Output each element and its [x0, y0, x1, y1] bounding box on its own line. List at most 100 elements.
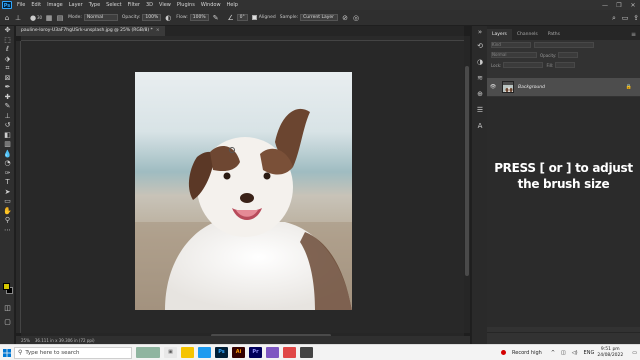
dodge-tool-icon[interactable]: ◔: [0, 159, 15, 169]
crop-tool-icon[interactable]: ⌗: [0, 64, 15, 74]
more-tools-icon[interactable]: ⋯: [0, 226, 15, 236]
clone-source-panel-icon[interactable]: ⊕: [472, 86, 488, 102]
lock-icons[interactable]: [503, 62, 544, 68]
panel-menu-icon[interactable]: ≡: [631, 29, 640, 40]
tray-chevron-icon[interactable]: ^: [551, 350, 555, 356]
mode-select[interactable]: Normal: [83, 14, 118, 21]
character-panel-icon[interactable]: A: [472, 118, 488, 134]
menu-type[interactable]: Type: [86, 2, 103, 8]
pressure-opacity-icon[interactable]: ◐: [164, 14, 172, 22]
aligned-checkbox[interactable]: [251, 15, 257, 20]
menu-layer[interactable]: Layer: [66, 2, 86, 8]
marquee-tool-icon[interactable]: ⬚: [0, 36, 15, 46]
canvas-area[interactable]: [21, 41, 464, 333]
blend-mode-select[interactable]: Normal: [491, 52, 537, 58]
close-document-icon[interactable]: ×: [156, 28, 160, 33]
home-icon[interactable]: ⌂: [3, 14, 11, 22]
fill-input[interactable]: [555, 62, 576, 68]
premiere-taskbar-icon[interactable]: Pr: [249, 347, 262, 358]
clone-source-icon[interactable]: ▤: [56, 14, 64, 22]
file-explorer-icon[interactable]: [181, 347, 194, 358]
taskbar-weather-widget-icon[interactable]: [136, 347, 160, 358]
search-icon[interactable]: ⌕: [610, 14, 618, 22]
path-selection-tool-icon[interactable]: ➤: [0, 188, 15, 198]
type-tool-icon[interactable]: T: [0, 178, 15, 188]
brush-tool-icon[interactable]: ✎: [0, 102, 15, 112]
clone-stamp-tool-icon[interactable]: ⊥: [14, 14, 22, 22]
eraser-tool-icon[interactable]: ◧: [0, 131, 15, 141]
history-brush-tool-icon[interactable]: ↺: [0, 121, 15, 131]
menu-select[interactable]: Select: [103, 2, 124, 8]
angle-input[interactable]: 0°: [236, 14, 248, 21]
vertical-scroll-thumb[interactable]: [465, 66, 469, 276]
sample-select[interactable]: Current Layer: [300, 14, 339, 21]
frame-tool-icon[interactable]: ⊠: [0, 74, 15, 84]
clock[interactable]: 9:51 pm 24/08/2022: [597, 347, 623, 359]
minimize-button[interactable]: —: [598, 2, 612, 9]
app-icon-purple[interactable]: [266, 347, 279, 358]
app-icon-dark[interactable]: [300, 347, 313, 358]
pressure-size-icon[interactable]: ◎: [352, 14, 360, 22]
brush-settings-panel-icon[interactable]: ≋: [472, 70, 488, 86]
photoshop-taskbar-icon[interactable]: Ps: [215, 347, 228, 358]
illustrator-taskbar-icon[interactable]: Ai: [232, 347, 245, 358]
filter-icons[interactable]: [534, 42, 594, 48]
foreground-color-swatch[interactable]: [3, 283, 10, 290]
menu-3d[interactable]: 3D: [143, 2, 156, 8]
workspace-icon[interactable]: ▭: [621, 14, 629, 22]
start-button[interactable]: [0, 345, 14, 360]
task-view-icon[interactable]: ▣: [164, 347, 177, 358]
blur-tool-icon[interactable]: 💧: [0, 150, 15, 160]
object-select-tool-icon[interactable]: ⬗: [0, 55, 15, 65]
gradient-tool-icon[interactable]: ▥: [0, 140, 15, 150]
menu-view[interactable]: View: [156, 2, 174, 8]
move-tool-icon[interactable]: ✥: [0, 26, 15, 36]
network-icon[interactable]: ◫: [561, 350, 566, 356]
photoshop-logo-icon[interactable]: Ps: [2, 1, 12, 9]
menu-window[interactable]: Window: [198, 2, 224, 8]
layer-background[interactable]: 👁 Background 🔒: [487, 78, 640, 96]
collapse-panels-icon[interactable]: »: [472, 26, 488, 38]
recording-indicator[interactable]: Record high: [498, 350, 545, 356]
opacity-input[interactable]: 100%: [142, 14, 162, 21]
ignore-adjustment-icon[interactable]: ⊘: [341, 14, 349, 22]
share-icon[interactable]: ⇪: [632, 14, 640, 22]
menu-file[interactable]: File: [14, 2, 28, 8]
menu-filter[interactable]: Filter: [125, 2, 143, 8]
document-canvas[interactable]: [135, 72, 352, 310]
notifications-icon[interactable]: ▭: [632, 350, 637, 356]
history-panel-icon[interactable]: ⟲: [472, 38, 488, 54]
eyedropper-tool-icon[interactable]: ✒: [0, 83, 15, 93]
visibility-eye-icon[interactable]: 👁: [487, 84, 499, 90]
vertical-scrollbar[interactable]: [464, 36, 470, 333]
quick-mask-icon[interactable]: ◫: [0, 304, 15, 314]
document-tab[interactable]: pauline-loroy-U3aF7hgUSrk-unsplash.jpg @…: [16, 26, 165, 36]
menu-image[interactable]: Image: [44, 2, 66, 8]
tab-paths[interactable]: Paths: [543, 29, 565, 40]
rectangle-tool-icon[interactable]: ▭: [0, 197, 15, 207]
tab-layers[interactable]: Layers: [487, 29, 512, 40]
brush-preset-picker[interactable]: ● 30: [26, 14, 42, 22]
zoom-tool-icon[interactable]: ⚲: [0, 216, 15, 226]
maximize-button[interactable]: ❐: [612, 2, 626, 9]
close-button[interactable]: ✕: [626, 2, 640, 9]
lasso-tool-icon[interactable]: ℓ: [0, 45, 15, 55]
layer-opacity-input[interactable]: [558, 52, 579, 58]
tab-channels[interactable]: Channels: [512, 29, 543, 40]
app-icon-red[interactable]: [283, 347, 296, 358]
language-indicator[interactable]: ENG: [584, 350, 595, 356]
adjustments-panel-icon[interactable]: ◑: [472, 54, 488, 70]
taskbar-search-box[interactable]: ⚲ Type here to search: [14, 346, 132, 359]
zoom-level[interactable]: 25%: [21, 338, 30, 343]
hand-tool-icon[interactable]: ✋: [0, 207, 15, 217]
edge-browser-icon[interactable]: [198, 347, 211, 358]
brush-settings-icon[interactable]: ▦: [45, 14, 53, 22]
properties-panel-icon[interactable]: ☰: [472, 102, 488, 118]
airbrush-icon[interactable]: ✎: [212, 14, 220, 22]
menu-edit[interactable]: Edit: [28, 2, 44, 8]
menu-help[interactable]: Help: [224, 2, 241, 8]
kind-filter-select[interactable]: Kind: [491, 42, 531, 48]
flow-input[interactable]: 100%: [189, 14, 209, 21]
screen-mode-icon[interactable]: ▢: [0, 318, 15, 328]
clone-stamp-tool-icon[interactable]: ⊥: [0, 112, 15, 122]
